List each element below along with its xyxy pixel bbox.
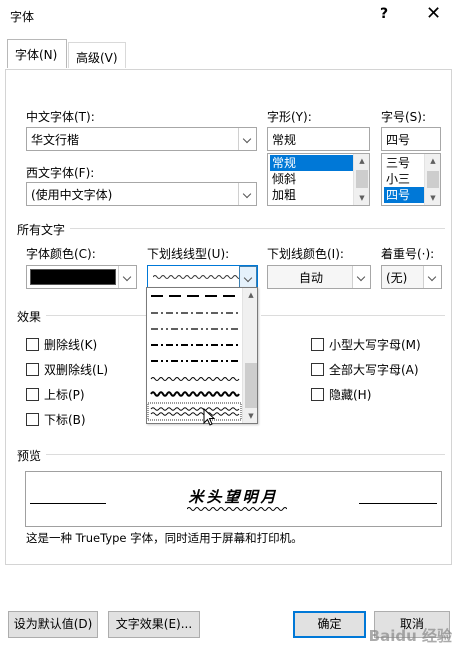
close-icon[interactable]: ✕ [426,3,441,24]
west-font-value: (使用中文字体) [31,188,113,202]
style-option[interactable]: 倾斜 [270,171,353,187]
subscript-label[interactable]: 下标(B) [44,411,86,428]
all-text-section-label: 所有文字 [17,223,66,237]
scroll-thumb[interactable] [356,170,368,188]
preview-section-label: 预览 [17,449,42,463]
style-option[interactable]: 加粗 [270,187,353,203]
hidden-label[interactable]: 隐藏(H) [329,386,371,403]
underline-style-options[interactable] [147,288,243,423]
scroll-down-icon[interactable]: ▼ [425,191,440,205]
emphasis-label: 着重号(·): [381,247,435,261]
double-strikethrough-label[interactable]: 双删除线(L) [44,361,108,378]
dropdown-scrollbar[interactable]: ▲ ▼ [242,288,257,423]
underline-style-dropdown[interactable]: ▲ ▼ [146,287,258,426]
cn-font-select[interactable]: 华文行楷 [26,127,257,151]
scroll-thumb[interactable] [245,363,257,408]
size-scrollbar[interactable]: ▲ ▼ [424,154,440,205]
size-label: 字号(S): [381,110,427,124]
scroll-up-icon[interactable]: ▲ [425,154,440,168]
scroll-down-icon[interactable]: ▼ [354,191,369,205]
subscript-checkbox[interactable] [26,413,39,426]
effects-section-label: 效果 [17,310,42,324]
scroll-up-icon[interactable]: ▲ [243,288,259,302]
size-option[interactable]: 小三 [384,171,424,187]
divider [70,228,445,229]
wavy-line-sample [153,275,241,279]
option-heavy-wavy [150,391,240,397]
size-option[interactable]: 四号 [384,187,424,203]
color-swatch [30,269,116,285]
tab-advanced[interactable]: 高级(V) [68,42,126,68]
window-title: 字体 [10,10,35,24]
text-effects-button[interactable]: 文字效果(E)... [108,611,200,638]
cn-font-value: 华文行楷 [31,133,80,147]
style-label: 字形(Y): [267,110,312,124]
west-font-select[interactable]: (使用中文字体) [26,182,257,206]
chevron-down-icon[interactable] [423,266,441,288]
underline-color-label: 下划线颜色(I): [267,247,344,261]
divider [46,315,146,316]
underline-style-label: 下划线线型(U): [147,247,230,261]
preview-wavy-underline [187,507,287,511]
style-input[interactable]: 常规 [267,127,370,151]
strikethrough-label[interactable]: 删除线(K) [44,336,97,353]
emphasis-select[interactable]: (无) [381,265,442,289]
help-icon[interactable]: ? [380,6,388,22]
cn-font-label: 中文字体(T): [26,110,95,124]
size-input[interactable]: 四号 [381,127,441,151]
chevron-down-icon[interactable] [238,183,256,205]
title-bar: 字体 ? ✕ [0,0,458,32]
size-option[interactable]: 三号 [384,155,424,171]
style-list[interactable]: 常规 倾斜 加粗 ▲ ▼ [267,153,370,206]
option-focus-rect [147,402,242,421]
scroll-up-icon[interactable]: ▲ [354,154,369,168]
font-color-label: 字体颜色(C): [26,247,96,261]
watermark: Baidu 经验 [368,627,452,645]
hidden-checkbox[interactable] [311,388,324,401]
size-list[interactable]: 三号 小三 四号 ▲ ▼ [381,153,441,206]
west-font-label: 西文字体(F): [26,166,95,180]
chevron-down-icon[interactable] [238,128,256,150]
emphasis-value: (无) [386,271,408,285]
cursor-icon [203,408,216,426]
superscript-checkbox[interactable] [26,388,39,401]
preview-note: 这是一种 TrueType 字体，同时适用于屏幕和打印机。 [26,531,303,545]
scroll-down-icon[interactable]: ▼ [243,409,259,423]
underline-color-value: 自动 [298,271,323,285]
preview-sample-text: 米头望明月 [188,488,279,506]
chevron-down-icon[interactable] [118,266,136,288]
all-caps-label[interactable]: 全部大写字母(A) [329,361,419,378]
option-wavy [150,377,240,381]
divider [46,454,445,455]
underline-color-select[interactable]: 自动 [267,265,371,289]
divider [261,315,445,316]
small-caps-label[interactable]: 小型大写字母(M) [329,336,421,353]
all-caps-checkbox[interactable] [311,363,324,376]
chevron-down-icon[interactable] [352,266,370,288]
tab-font[interactable]: 字体(N) [7,39,67,68]
double-strikethrough-checkbox[interactable] [26,363,39,376]
font-color-select[interactable] [26,265,137,289]
small-caps-checkbox[interactable] [311,338,324,351]
ok-button[interactable]: 确定 [293,611,366,638]
strikethrough-checkbox[interactable] [26,338,39,351]
preview-box: 米头望明月 [25,471,442,527]
style-option[interactable]: 常规 [270,155,353,171]
underline-style-select[interactable] [147,265,258,289]
scroll-thumb[interactable] [427,171,439,188]
option-double-wavy [150,407,240,411]
chevron-down-icon[interactable] [239,266,257,288]
superscript-label[interactable]: 上标(P) [44,386,85,403]
set-default-button[interactable]: 设为默认值(D) [8,611,98,638]
style-scrollbar[interactable]: ▲ ▼ [353,154,369,205]
